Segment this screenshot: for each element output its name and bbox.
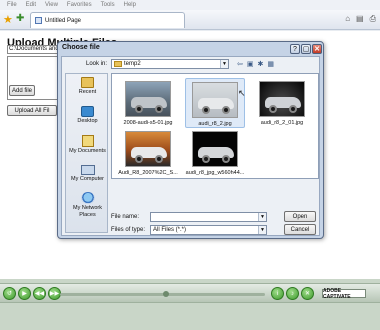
adobe-captivate-logo: ADOBE CAPTIVATE bbox=[322, 288, 366, 300]
file-name: Audi_R8_2007%2C_S... bbox=[118, 170, 178, 176]
previous-icon[interactable]: ◀◀ bbox=[33, 287, 46, 300]
file-name: audi_r8_jpg_w560h44... bbox=[185, 170, 245, 176]
image-thumbnail bbox=[259, 81, 305, 117]
rewind-icon[interactable]: ↺ bbox=[3, 287, 16, 300]
close-player-icon[interactable]: ✕ bbox=[301, 287, 314, 300]
file-name-label: File name: bbox=[111, 214, 140, 220]
menu-view[interactable]: View bbox=[45, 2, 58, 8]
image-thumbnail bbox=[125, 81, 171, 117]
upload-all-button[interactable]: Upload All Fil bbox=[7, 105, 57, 116]
look-in-select[interactable]: temp2 ▼ bbox=[111, 59, 229, 69]
browser-menubar: File Edit View Favorites Tools Help bbox=[0, 0, 380, 10]
chevron-down-icon: ▼ bbox=[258, 213, 266, 221]
file-name: 2008-audi-s5-01.jpg bbox=[123, 120, 173, 126]
files-of-type-label: Files of type: bbox=[111, 227, 146, 233]
dialog-body: Look in: temp2 ▼ ⇦ ▣ ✱ ▦ Recent Desktop … bbox=[61, 56, 320, 236]
file-name: audi_r8_2.jpg bbox=[198, 121, 232, 127]
place-recent-label: Recent bbox=[78, 89, 97, 95]
network-icon bbox=[80, 192, 95, 204]
feeds-icon[interactable]: ▤ bbox=[356, 14, 364, 24]
progress-knob[interactable] bbox=[163, 291, 169, 297]
documents-icon bbox=[81, 135, 94, 147]
place-my-computer-label: My Computer bbox=[70, 176, 104, 182]
files-of-type-select[interactable]: All Files (*.*) ▼ bbox=[150, 225, 267, 235]
close-icon[interactable]: ✕ bbox=[312, 44, 322, 54]
file-item[interactable]: Audi_R8_2007%2C_S... bbox=[118, 128, 178, 176]
place-network[interactable]: My Network Places bbox=[66, 192, 109, 218]
computer-icon bbox=[80, 165, 95, 175]
home-icon[interactable]: ⌂ bbox=[345, 14, 350, 24]
playback-bar: ↺ ▶ ◀◀ ▶▶ i ♪ ✕ ADOBE CAPTIVATE bbox=[0, 279, 380, 330]
menu-edit[interactable]: Edit bbox=[26, 2, 36, 8]
place-desktop[interactable]: Desktop bbox=[66, 106, 109, 125]
look-in-label: Look in: bbox=[86, 61, 108, 67]
view-menu-icon[interactable]: ▦ bbox=[267, 60, 274, 68]
favorites-star-icon[interactable]: ★ bbox=[3, 13, 13, 26]
help-icon[interactable]: ? bbox=[290, 44, 300, 54]
image-thumbnail bbox=[192, 82, 238, 118]
restore-icon[interactable]: ▢ bbox=[301, 44, 311, 54]
volume-icon[interactable]: ♪ bbox=[286, 287, 299, 300]
folder-icon bbox=[114, 61, 122, 67]
place-recent[interactable]: Recent bbox=[66, 77, 109, 96]
menu-help[interactable]: Help bbox=[124, 2, 136, 8]
place-network-label: My Network Places bbox=[72, 205, 103, 218]
file-name: audi_r8_2_01.jpg bbox=[260, 120, 304, 126]
progress-track[interactable] bbox=[60, 291, 265, 297]
browser-tab[interactable]: Untitled Page bbox=[30, 12, 185, 28]
mouse-cursor-icon: ↖ bbox=[238, 88, 246, 98]
dialog-title: Choose file bbox=[62, 44, 100, 51]
play-icon[interactable]: ▶ bbox=[18, 287, 31, 300]
info-icon[interactable]: i bbox=[271, 287, 284, 300]
page-icon bbox=[35, 17, 42, 24]
chevron-down-icon: ▼ bbox=[258, 226, 266, 234]
up-folder-icon[interactable]: ▣ bbox=[247, 60, 254, 68]
place-my-computer[interactable]: My Computer bbox=[66, 165, 109, 183]
image-thumbnail bbox=[192, 131, 238, 167]
cancel-button[interactable]: Cancel bbox=[284, 224, 316, 235]
look-in-value: temp2 bbox=[124, 61, 141, 67]
menu-tools[interactable]: Tools bbox=[101, 2, 115, 8]
menu-favorites[interactable]: Favorites bbox=[67, 2, 92, 8]
places-bar: Recent Desktop My Documents My Computer … bbox=[65, 73, 108, 233]
add-file-button[interactable]: Add file bbox=[9, 85, 35, 96]
place-desktop-label: Desktop bbox=[77, 118, 98, 124]
tab-title: Untitled Page bbox=[45, 17, 82, 24]
file-list: 2008-audi-s5-01.jpg audi_r8_2.jpg audi_r… bbox=[111, 73, 319, 179]
open-button[interactable]: Open bbox=[284, 211, 316, 222]
file-name-input[interactable]: ▼ bbox=[150, 212, 267, 222]
image-thumbnail bbox=[125, 131, 171, 167]
print-icon[interactable]: ⎙ bbox=[370, 14, 376, 24]
back-icon[interactable]: ⇦ bbox=[237, 60, 243, 68]
files-of-type-value: All Files (*.*) bbox=[153, 227, 187, 233]
file-item[interactable]: audi_r8_jpg_w560h44... bbox=[185, 128, 245, 176]
add-favorite-icon[interactable]: ✚ bbox=[16, 13, 24, 24]
place-my-documents[interactable]: My Documents bbox=[66, 135, 109, 155]
chevron-down-icon: ▼ bbox=[220, 60, 228, 68]
place-my-documents-label: My Documents bbox=[69, 148, 106, 154]
playback-controls: ↺ ▶ ◀◀ ▶▶ i ♪ ✕ ADOBE CAPTIVATE bbox=[0, 283, 380, 303]
file-item[interactable]: 2008-audi-s5-01.jpg bbox=[118, 78, 178, 126]
toolbar-right-icons: ⌂ ▤ ⎙ bbox=[345, 14, 376, 24]
recent-icon bbox=[81, 77, 94, 88]
menu-file[interactable]: File bbox=[7, 2, 17, 8]
browser-toolbar: ★ ✚ Untitled Page ⌂ ▤ ⎙ bbox=[0, 10, 380, 30]
choose-file-dialog: Choose file ? ▢ ✕ Look in: temp2 ▼ ⇦ ▣ ✱… bbox=[57, 41, 324, 239]
file-item[interactable]: audi_r8_2_01.jpg bbox=[252, 78, 312, 126]
new-folder-icon[interactable]: ✱ bbox=[258, 60, 264, 68]
dialog-nav-toolbar: ⇦ ▣ ✱ ▦ bbox=[237, 60, 274, 68]
desktop-icon bbox=[81, 106, 94, 117]
file-item-selected[interactable]: audi_r8_2.jpg bbox=[185, 78, 245, 128]
